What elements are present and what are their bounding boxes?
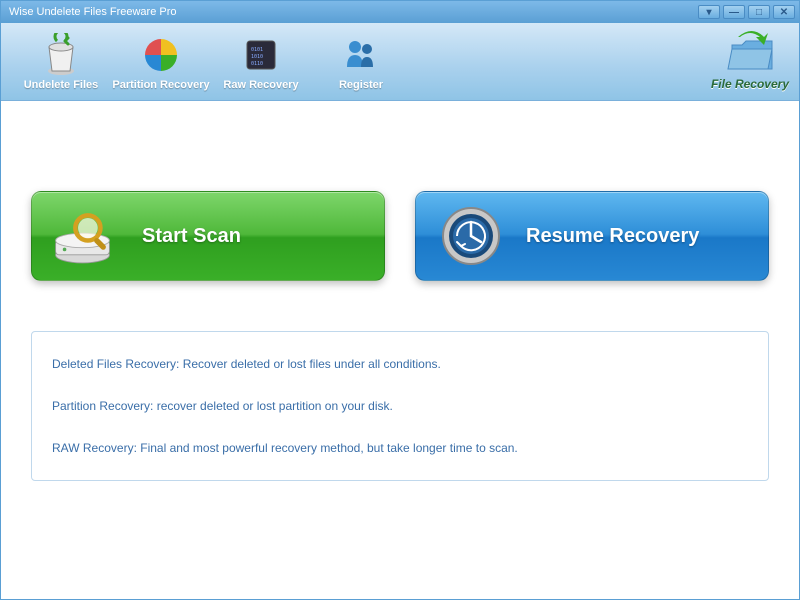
toolbar: Undelete Files Partition Recovery 0101 1… xyxy=(1,23,799,101)
toolbar-label: Register xyxy=(339,79,383,91)
app-window: Wise Undelete Files Freeware Pro ▾ — □ ✕… xyxy=(0,0,800,600)
close-button[interactable]: ✕ xyxy=(773,5,795,19)
info-raw: RAW Recovery: Final and most powerful re… xyxy=(52,441,748,455)
toolbar-label: Partition Recovery xyxy=(112,79,209,91)
window-controls: ▾ — □ ✕ xyxy=(698,5,795,19)
info-panel: Deleted Files Recovery: Recover deleted … xyxy=(31,331,769,481)
recycle-bin-icon xyxy=(37,31,85,79)
resume-recovery-button[interactable]: Resume Recovery xyxy=(415,191,769,281)
toolbar-register[interactable]: Register xyxy=(311,31,411,91)
start-scan-button[interactable]: Start Scan xyxy=(31,191,385,281)
toolbar-raw-recovery[interactable]: 0101 1010 0110 Raw Recovery xyxy=(211,31,311,91)
action-buttons: Start Scan Resume Recovery xyxy=(31,191,769,281)
info-partition: Partition Recovery: recover deleted or l… xyxy=(52,399,748,413)
toolbar-label: Undelete Files xyxy=(24,79,99,91)
help-button[interactable]: ▾ xyxy=(698,5,720,19)
start-scan-label: Start Scan xyxy=(142,225,241,248)
logo-text: File Recovery xyxy=(711,77,789,91)
toolbar-label: Raw Recovery xyxy=(223,79,298,91)
users-icon xyxy=(337,31,385,79)
binary-data-icon: 0101 1010 0110 xyxy=(237,31,285,79)
maximize-button[interactable]: □ xyxy=(748,5,770,19)
toolbar-undelete-files[interactable]: Undelete Files xyxy=(11,31,111,91)
folder-arrow-icon xyxy=(720,27,780,77)
logo: File Recovery xyxy=(711,27,789,91)
titlebar: Wise Undelete Files Freeware Pro ▾ — □ ✕ xyxy=(1,1,799,23)
disk-search-icon xyxy=(52,201,122,271)
svg-text:0110: 0110 xyxy=(251,61,263,67)
resume-recovery-label: Resume Recovery xyxy=(526,225,699,248)
minimize-button[interactable]: — xyxy=(723,5,745,19)
main-content: Start Scan Resume Recovery Delete xyxy=(1,101,799,599)
toolbar-partition-recovery[interactable]: Partition Recovery xyxy=(111,31,211,91)
svg-text:1010: 1010 xyxy=(251,54,263,60)
pie-chart-icon xyxy=(137,31,185,79)
clock-restore-icon xyxy=(436,201,506,271)
window-title: Wise Undelete Files Freeware Pro xyxy=(5,6,698,18)
svg-text:0101: 0101 xyxy=(251,47,263,53)
info-deleted-files: Deleted Files Recovery: Recover deleted … xyxy=(52,357,748,371)
